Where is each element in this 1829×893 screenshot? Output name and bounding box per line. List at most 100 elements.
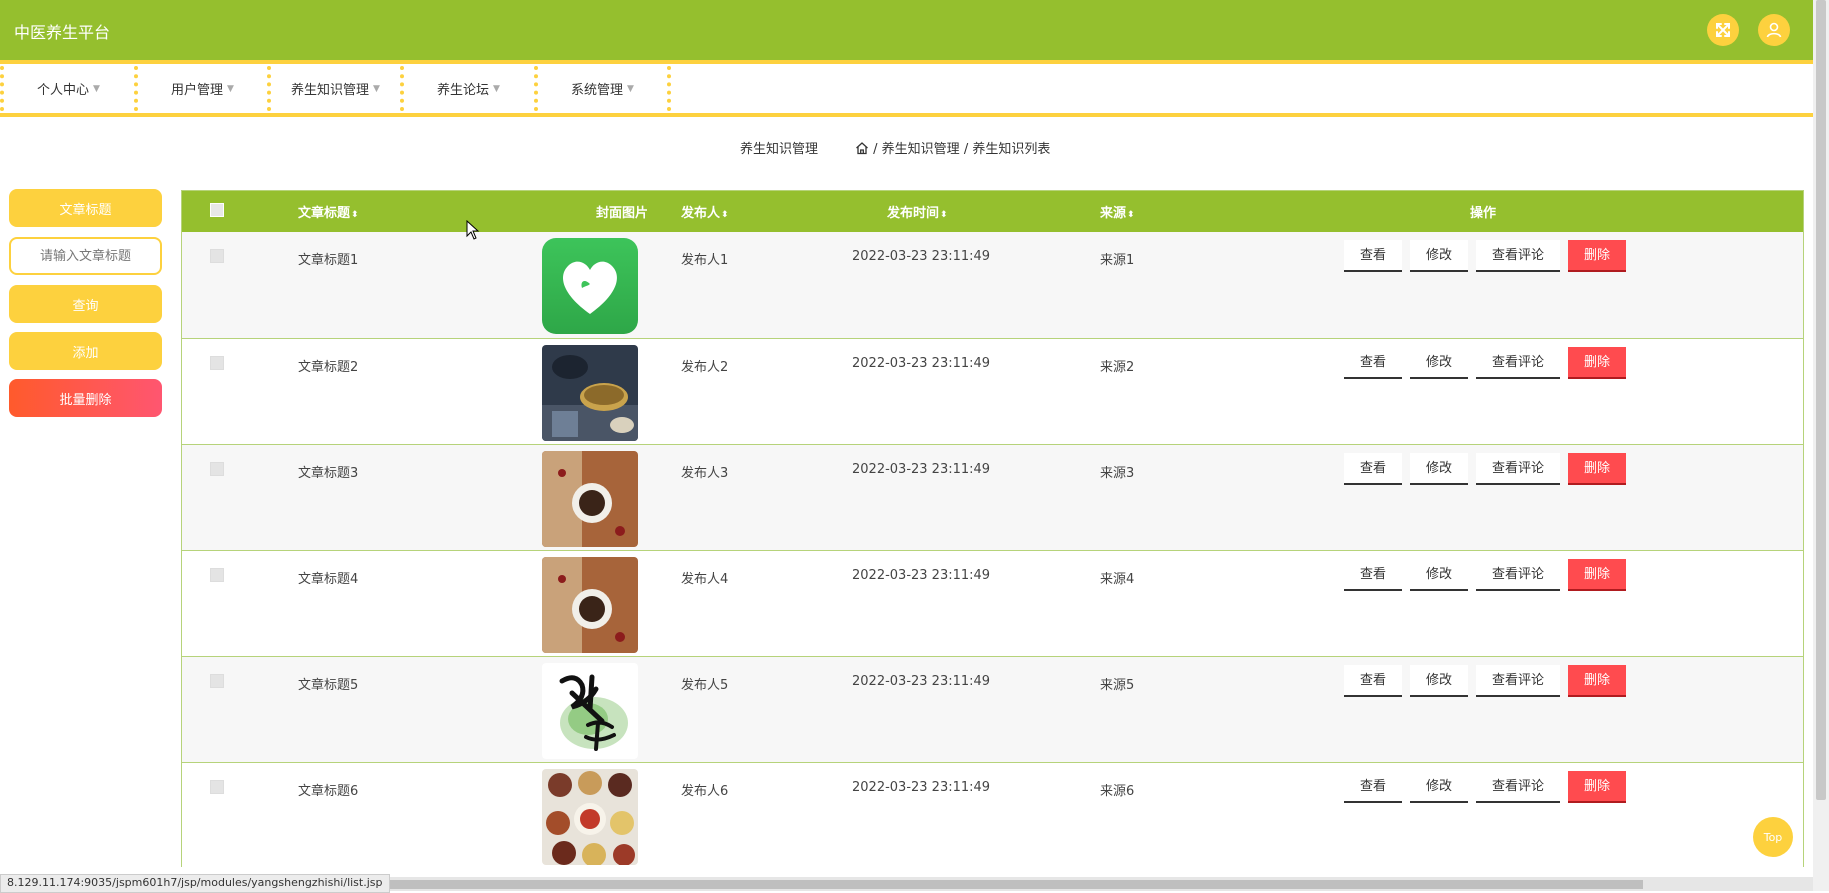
home-icon[interactable] bbox=[855, 141, 869, 155]
batch-delete-button[interactable]: 批量删除 bbox=[9, 379, 162, 417]
nav-item-user-management[interactable]: 用户管理 ▼ bbox=[136, 64, 269, 113]
delete-button[interactable]: 删除 bbox=[1568, 664, 1627, 697]
sort-icon: ⬍ bbox=[351, 210, 359, 220]
nav-item-personal-center[interactable]: 个人中心 ▼ bbox=[2, 64, 135, 113]
title-search-input[interactable] bbox=[9, 237, 162, 275]
header-label: 来源 bbox=[1100, 206, 1127, 221]
cell-source: 来源4 bbox=[1100, 571, 1135, 587]
calligraphy-jiankang-image bbox=[542, 662, 638, 759]
nav-item-system-management[interactable]: 系统管理 ▼ bbox=[536, 64, 669, 113]
table-row: 文章标题4 发布人4 2022-03-23 23:11:49 来源4 查看修改 bbox=[182, 550, 1803, 656]
cell-publisher: 发布人4 bbox=[681, 571, 729, 587]
nav-item-label: 个人中心 bbox=[37, 83, 90, 98]
cell-title: 文章标题2 bbox=[298, 359, 359, 375]
select-all-checkbox[interactable] bbox=[210, 202, 224, 217]
view-button[interactable]: 查看 bbox=[1344, 664, 1403, 697]
edit-button[interactable]: 修改 bbox=[1410, 346, 1469, 379]
view-button[interactable]: 查看 bbox=[1344, 346, 1403, 379]
column-header-source[interactable]: 来源⬍ bbox=[1064, 191, 1307, 232]
row-checkbox[interactable] bbox=[210, 673, 224, 688]
breadcrumb-separator: / bbox=[873, 142, 878, 157]
user-button[interactable] bbox=[1758, 14, 1790, 46]
edit-button[interactable]: 修改 bbox=[1410, 240, 1469, 272]
delete-button[interactable]: 删除 bbox=[1568, 452, 1627, 485]
header-label: 文章标题 bbox=[298, 206, 351, 221]
row-checkbox[interactable] bbox=[210, 249, 224, 263]
nav-item-label: 养生知识管理 bbox=[291, 83, 370, 98]
column-header-publisher[interactable]: 发布人⬍ bbox=[681, 191, 852, 232]
table-row: 文章标题6 发布人6 2022-03-23 23:11:49 来源6 查看 修改… bbox=[182, 762, 1803, 868]
cell-time: 2022-03-23 23:11:49 bbox=[852, 673, 991, 689]
view-comments-button[interactable]: 查看评论 bbox=[1476, 452, 1561, 485]
breadcrumb-separator: / bbox=[963, 142, 969, 157]
user-icon bbox=[1766, 22, 1782, 38]
fullscreen-button[interactable] bbox=[1707, 14, 1739, 46]
view-button[interactable]: 查看 bbox=[1344, 452, 1403, 485]
vertical-scrollbar[interactable] bbox=[1813, 0, 1829, 891]
nav-item-label: 养生论坛 bbox=[437, 83, 490, 98]
edit-button[interactable]: 修改 bbox=[1410, 770, 1469, 803]
cell-title: 文章标题4 bbox=[298, 571, 359, 587]
knowledge-table: 文章标题⬍ 封面图片 发布人⬍ 发布时间⬍ 来源⬍ 操作 文章标题1 发布人1 … bbox=[181, 190, 1804, 868]
column-header-title[interactable]: 文章标题⬍ bbox=[298, 191, 490, 232]
table-header-row: 文章标题⬍ 封面图片 发布人⬍ 发布时间⬍ 来源⬍ 操作 bbox=[182, 191, 1803, 232]
edit-button[interactable]: 修改 bbox=[1410, 664, 1469, 697]
view-comments-button[interactable]: 查看评论 bbox=[1476, 664, 1561, 697]
caret-down-icon: ▼ bbox=[373, 83, 380, 94]
view-comments-button[interactable]: 查看评论 bbox=[1476, 558, 1561, 591]
delete-button[interactable]: 删除 bbox=[1568, 346, 1627, 379]
cooking-pots-image bbox=[542, 344, 638, 441]
cell-source: 来源3 bbox=[1100, 465, 1135, 481]
column-header-actions: 操作 bbox=[1307, 191, 1803, 232]
breadcrumb-item: 养生知识列表 bbox=[972, 142, 1051, 157]
page-title: 养生知识管理 bbox=[740, 142, 819, 157]
edit-button[interactable]: 修改 bbox=[1410, 558, 1469, 591]
main-nav: 个人中心 ▼ 用户管理 ▼ 养生知识管理 ▼ 养生论坛 ▼ 系统管理 ▼ bbox=[0, 64, 1813, 113]
row-checkbox[interactable] bbox=[210, 779, 224, 794]
app-title: 中医养生平台 bbox=[14, 23, 111, 42]
herbal-soup-bowl-image bbox=[542, 450, 638, 547]
view-comments-button[interactable]: 查看评论 bbox=[1476, 770, 1561, 803]
cell-publisher: 发布人5 bbox=[681, 677, 729, 693]
add-button[interactable]: 添加 bbox=[9, 332, 162, 370]
nav-item-knowledge-management[interactable]: 养生知识管理 ▼ bbox=[269, 64, 402, 113]
column-header-time[interactable]: 发布时间⬍ bbox=[852, 191, 1064, 232]
scrollbar-thumb[interactable] bbox=[1816, 0, 1826, 800]
edit-button[interactable]: 修改 bbox=[1410, 452, 1469, 485]
view-comments-button[interactable]: 查看评论 bbox=[1476, 240, 1561, 272]
table-row: 文章标题3 发布人3 2022-03-23 23:11:49 来源3 查看修改 bbox=[182, 444, 1803, 550]
caret-down-icon: ▼ bbox=[227, 83, 234, 94]
row-checkbox[interactable] bbox=[210, 461, 224, 476]
row-checkbox[interactable] bbox=[210, 567, 224, 582]
query-button[interactable]: 查询 bbox=[9, 285, 162, 323]
status-bar-url: 8.129.11.174:9035/jspm601h7/jsp/modules/… bbox=[0, 874, 390, 893]
delete-button[interactable]: 删除 bbox=[1568, 558, 1627, 591]
cell-source: 来源2 bbox=[1100, 359, 1135, 375]
view-button[interactable]: 查看 bbox=[1344, 240, 1403, 272]
header-label: 封面图片 bbox=[596, 206, 649, 221]
cell-title: 文章标题3 bbox=[298, 465, 359, 481]
delete-button[interactable]: 删除 bbox=[1568, 770, 1627, 803]
view-comments-button[interactable]: 查看评论 bbox=[1476, 346, 1561, 379]
breadcrumb-item[interactable]: 养生知识管理 bbox=[882, 142, 960, 157]
view-button[interactable]: 查看 bbox=[1344, 770, 1403, 803]
table-row: 文章标题2 发布人2 2022-03-23 23:11:49 来源2 查看 修改… bbox=[182, 338, 1803, 444]
column-header-cover: 封面图片 bbox=[490, 191, 681, 232]
filter-label: 文章标题 bbox=[9, 189, 162, 227]
breadcrumb: / 养生知识管理 / 养生知识列表 bbox=[855, 138, 1050, 157]
back-to-top-button[interactable]: Top bbox=[1753, 817, 1793, 857]
nav-divider-line bbox=[0, 113, 1813, 117]
view-button[interactable]: 查看 bbox=[1344, 558, 1403, 591]
cell-time: 2022-03-23 23:11:49 bbox=[852, 249, 991, 264]
green-heart-logo-image bbox=[542, 238, 638, 334]
nav-divider bbox=[667, 66, 671, 111]
nav-item-label: 用户管理 bbox=[171, 83, 224, 98]
cell-time: 2022-03-23 23:11:49 bbox=[852, 355, 991, 371]
header-label: 发布时间 bbox=[887, 206, 940, 221]
nav-item-forum[interactable]: 养生论坛 ▼ bbox=[402, 64, 535, 113]
cell-source: 来源5 bbox=[1100, 677, 1135, 693]
nav-item-label: 系统管理 bbox=[571, 83, 624, 98]
delete-button[interactable]: 删除 bbox=[1568, 240, 1627, 272]
row-checkbox[interactable] bbox=[210, 355, 224, 370]
herbal-soup-bowl-image bbox=[542, 556, 638, 653]
